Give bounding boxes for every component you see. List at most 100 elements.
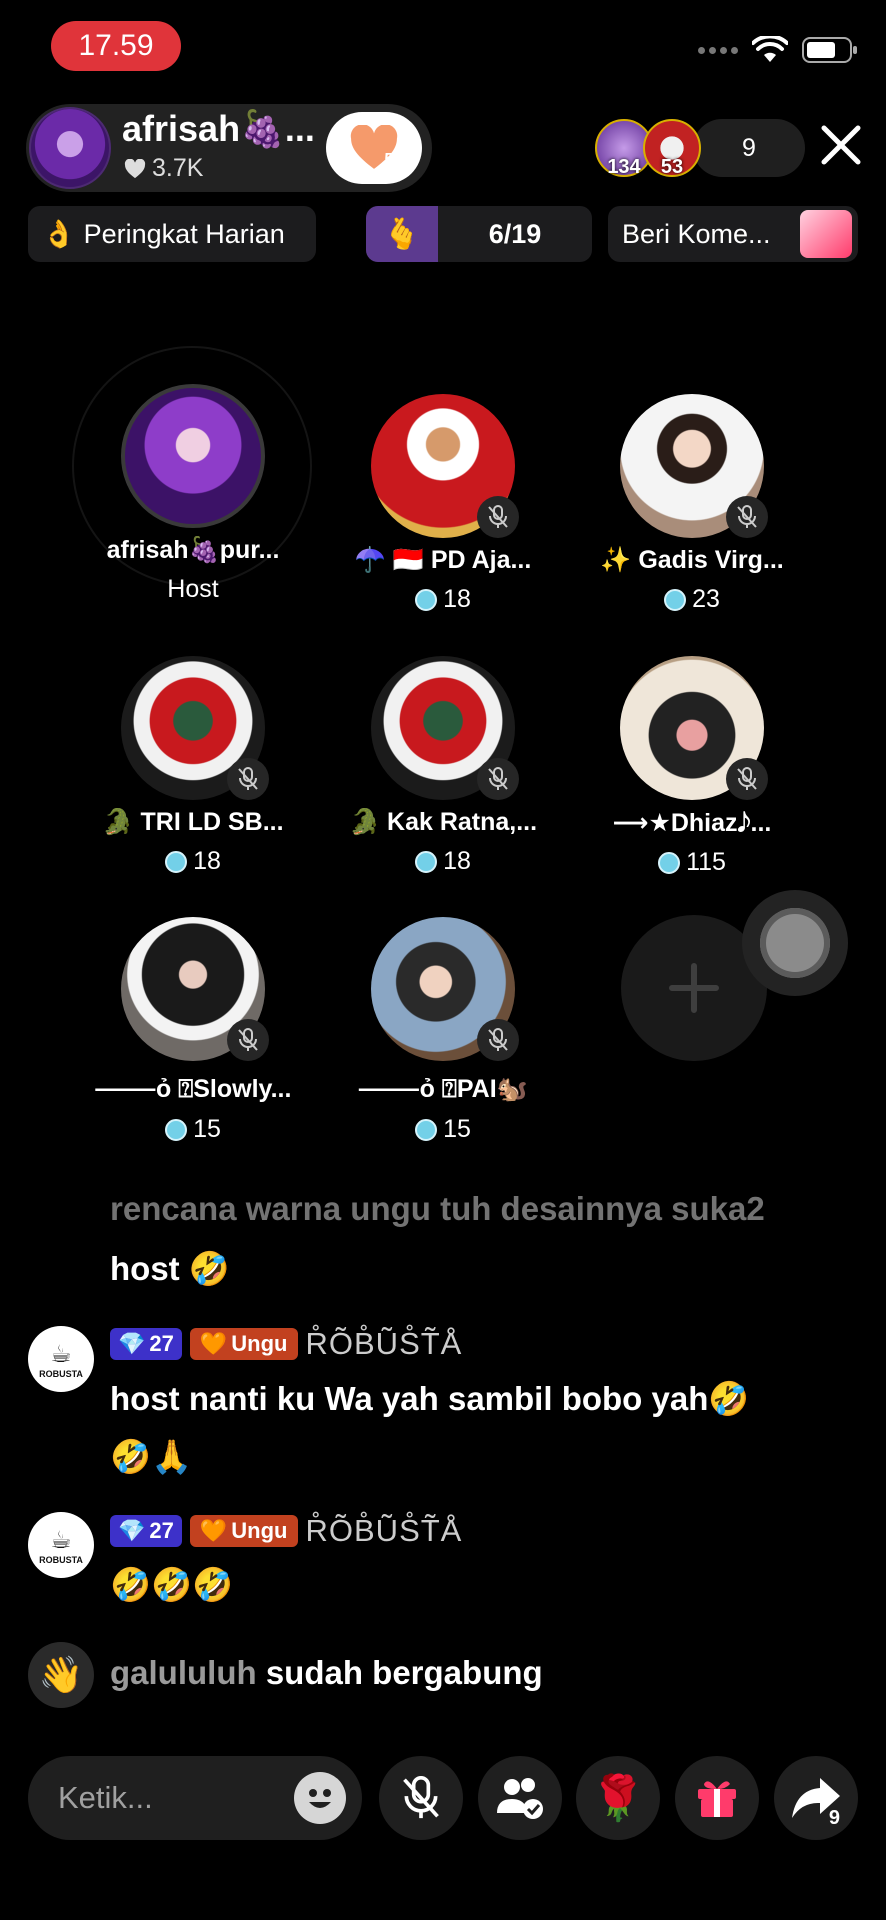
guest-avatar[interactable] bbox=[371, 917, 519, 1061]
users-check-icon bbox=[497, 1778, 543, 1819]
daily-ranking-button[interactable]: 👌 Peringkat Harian bbox=[28, 206, 316, 262]
guest-slot-7[interactable]: ⸻ỏ ⍰Slowly... 15 bbox=[93, 917, 293, 1144]
signal-icon bbox=[698, 46, 738, 54]
level-badge: 💎 27 bbox=[110, 1328, 182, 1360]
chat-message-text: 🤣🙏 bbox=[110, 1438, 193, 1475]
guest-coins: 115 bbox=[592, 848, 792, 877]
guest-coins: 18 bbox=[343, 847, 543, 876]
host-profile-pill[interactable]: afrisah🍇... 3.7K 5 bbox=[26, 104, 432, 192]
goal-progress-pill[interactable]: 🫰 6/19 bbox=[366, 206, 592, 262]
share-button[interactable]: 9 bbox=[774, 1756, 858, 1840]
host-likes: 3.7K bbox=[124, 154, 203, 183]
rose-gift-button[interactable]: 🌹 bbox=[576, 1756, 660, 1840]
guest-name: 🐊 TRI LD SB... bbox=[102, 808, 284, 836]
guest-coin-count: 115 bbox=[686, 848, 726, 876]
robusta-avatar[interactable]: ☕ ROBUSTA bbox=[28, 1512, 94, 1578]
chat-message-text: host nanti ku Wa yah sambil bobo yah🤣 bbox=[110, 1380, 750, 1417]
rose-icon: 🌹 bbox=[590, 1774, 646, 1823]
guest-name: ✨ Gadis Virg... bbox=[600, 546, 784, 574]
heart-badge-icon: 🧡 bbox=[199, 1331, 228, 1356]
coin-icon bbox=[658, 851, 681, 874]
gift-icon bbox=[698, 1781, 736, 1817]
heart-badge-icon: 🧡 bbox=[199, 1518, 228, 1543]
comment-placeholder: Ketik... bbox=[58, 1780, 153, 1815]
robusta-avatar[interactable]: ☕ ROBUSTA bbox=[28, 1326, 94, 1392]
guest-slot-4[interactable]: 🐊 TRI LD SB... 18 bbox=[93, 656, 293, 876]
mic-toggle-button[interactable] bbox=[379, 1756, 463, 1840]
guest-avatar[interactable] bbox=[121, 917, 269, 1061]
guest-coins: 18 bbox=[343, 585, 543, 614]
battery-icon bbox=[802, 37, 857, 63]
chat-badges: 💎 27 🧡 Ungu R̊ÕB̊ŨS̊T̃Å bbox=[110, 1326, 463, 1362]
muted-mic-icon bbox=[726, 758, 768, 800]
muted-mic-icon bbox=[726, 496, 768, 538]
muted-mic-icon bbox=[477, 1019, 519, 1061]
muted-mic-icon bbox=[227, 1019, 269, 1061]
diamond-icon: 💎 bbox=[118, 1331, 146, 1356]
guest-avatar[interactable] bbox=[620, 656, 768, 800]
status-time: 17.59 bbox=[51, 21, 181, 71]
join-username[interactable]: galululuh bbox=[110, 1654, 257, 1691]
guests-manage-button[interactable] bbox=[478, 1756, 562, 1840]
coin-icon bbox=[165, 1118, 188, 1141]
guest-name: afrisah🍇pur... bbox=[106, 536, 280, 564]
coin-icon bbox=[415, 588, 438, 611]
close-icon[interactable] bbox=[818, 122, 864, 168]
gift-thumbnail bbox=[800, 210, 852, 258]
guest-name: ⟶★Dhiaz𝅘𝅥𝅮... bbox=[612, 809, 772, 837]
top-viewers[interactable]: 134 53 9 bbox=[595, 116, 805, 180]
give-comment-button[interactable]: Beri Kome... bbox=[608, 206, 858, 262]
guest-slot-6[interactable]: ⟶★Dhiaz𝅘𝅥𝅮... 115 bbox=[592, 656, 792, 877]
chat-message-text: host 🤣 bbox=[110, 1250, 230, 1287]
coin-icon bbox=[415, 1118, 438, 1141]
guest-avatar[interactable] bbox=[121, 656, 269, 800]
chat-badges: 💎 27 🧡 Ungu R̊ÕB̊ŨS̊T̃Å bbox=[110, 1513, 463, 1549]
goal-progress: 6/19 bbox=[488, 218, 542, 249]
give-comment-label: Beri Kome... bbox=[622, 218, 771, 249]
guest-slot-3[interactable]: ✨ Gadis Virg... 23 bbox=[592, 394, 792, 614]
share-count: 9 bbox=[828, 1807, 840, 1829]
likes-count: 3.7K bbox=[152, 154, 204, 182]
wifi-icon bbox=[752, 36, 788, 62]
guest-coin-count: 18 bbox=[443, 847, 471, 875]
chat-message-text: 🤣🤣🤣 bbox=[110, 1566, 234, 1603]
viewer-count[interactable]: 9 bbox=[693, 119, 805, 177]
guest-coins: 15 bbox=[93, 1115, 293, 1144]
viewer-avatar[interactable]: 53 bbox=[643, 119, 701, 178]
guest-avatar[interactable] bbox=[620, 394, 768, 538]
host-avatar[interactable] bbox=[29, 107, 111, 189]
wave-icon: 👋 bbox=[28, 1642, 94, 1708]
floating-assistive-button[interactable] bbox=[742, 890, 848, 996]
muted-mic-icon bbox=[477, 496, 519, 538]
emoji-icon[interactable] bbox=[294, 1772, 346, 1824]
guest-coins: 15 bbox=[343, 1115, 543, 1144]
guest-role: Host bbox=[167, 575, 219, 603]
gift-button[interactable] bbox=[675, 1756, 759, 1840]
follow-button[interactable]: 5 bbox=[326, 112, 422, 184]
svg-text:5: 5 bbox=[384, 150, 393, 169]
fan-club-badge: 🧡 Ungu bbox=[189, 1515, 298, 1547]
guest-slot-2[interactable]: ☂️ 🇮🇩 PD Aja... 18 bbox=[343, 394, 543, 614]
muted-mic-icon bbox=[227, 758, 269, 800]
guest-coin-count: 23 bbox=[692, 585, 720, 613]
fire-icon: 👌 bbox=[42, 219, 76, 249]
viewer-badge: 53 bbox=[660, 156, 684, 178]
guest-avatar[interactable] bbox=[371, 394, 519, 538]
plus-icon bbox=[669, 963, 719, 1013]
finger-heart-icon: 🫰 bbox=[366, 206, 438, 262]
chat-username[interactable]: R̊ÕB̊ŨS̊T̃Å bbox=[306, 1513, 463, 1549]
coin-icon bbox=[664, 588, 687, 611]
daily-ranking-label: Peringkat Harian bbox=[83, 218, 285, 249]
guest-slot-5[interactable]: 🐊 Kak Ratna,... 18 bbox=[343, 656, 543, 876]
host-name: afrisah🍇... bbox=[122, 108, 315, 149]
guest-slot-8[interactable]: ⸻ỏ ⍰PAI🐿️ 15 bbox=[343, 917, 543, 1144]
guest-coin-count: 18 bbox=[193, 847, 221, 875]
guest-slot-host[interactable]: afrisah🍇pur... Host bbox=[93, 384, 293, 604]
coin-icon bbox=[165, 850, 188, 873]
muted-mic-icon bbox=[477, 758, 519, 800]
chat-username[interactable]: R̊ÕB̊ŨS̊T̃Å bbox=[306, 1326, 463, 1362]
comment-input[interactable]: Ketik... bbox=[28, 1756, 362, 1840]
viewer-badge: 134 bbox=[607, 156, 641, 178]
guest-avatar[interactable] bbox=[121, 384, 265, 528]
guest-avatar[interactable] bbox=[371, 656, 519, 800]
